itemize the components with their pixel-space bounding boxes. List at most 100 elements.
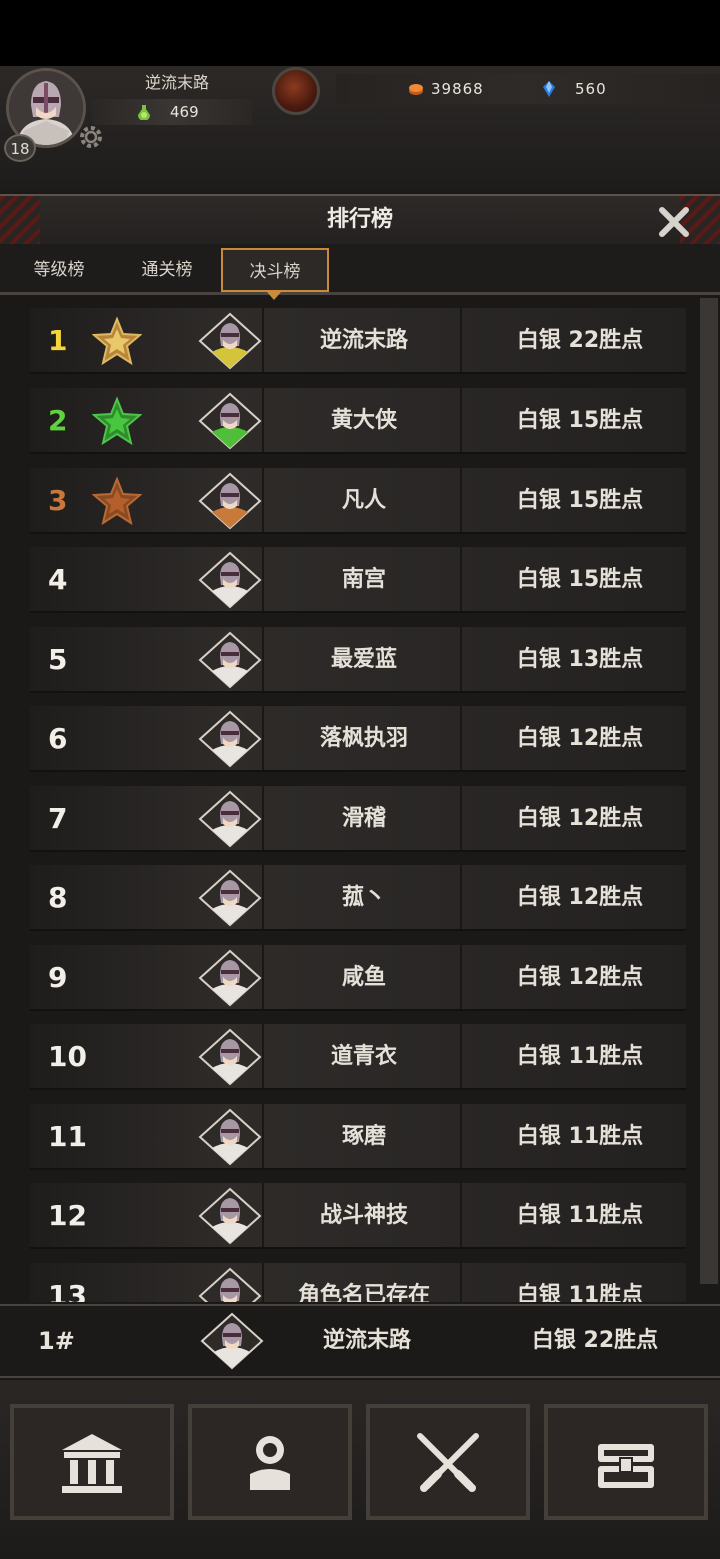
player-score: 白银 12胜点 [516, 806, 644, 831]
leaderboard-list[interactable]: 1 逆流末路 白银 22胜点 2 黄大侠 白银 15胜点 3 凡人 白银 15胜… [0, 298, 720, 1302]
player-name: 战斗神技 [319, 1203, 408, 1228]
gold-amount: 39868 [431, 80, 484, 98]
bronze-star-icon [92, 477, 142, 525]
status-bar [0, 0, 720, 66]
player-score: 白银 11胜点 [516, 1283, 644, 1302]
player-portrait-icon [198, 472, 262, 530]
gem-amount: 560 [575, 80, 607, 98]
player-portrait-icon [198, 1028, 262, 1086]
player-portrait-icon [198, 1108, 262, 1166]
nav-chest-button[interactable] [544, 1404, 708, 1520]
rank-number: 12 [48, 1199, 87, 1232]
list-item[interactable]: 11 琢磨 白银 11胜点 [30, 1104, 686, 1170]
my-portrait-icon [200, 1312, 264, 1370]
player-score: 白银 15胜点 [516, 567, 644, 592]
gold-star-icon [92, 317, 142, 365]
tab-level[interactable]: 等级榜 [18, 248, 100, 292]
tab-clear[interactable]: 通关榜 [126, 248, 208, 292]
player-name: 菰丶 [341, 885, 386, 910]
player-name: 滑稽 [341, 806, 386, 831]
list-item[interactable]: 7 滑稽 白银 12胜点 [30, 786, 686, 852]
player-name: 逆流末路 [144, 73, 209, 92]
rank-number: 5 [48, 643, 68, 676]
my-rank-row: 1# 逆流末路 白银 22胜点 [0, 1304, 720, 1378]
player-name: 道青衣 [330, 1044, 397, 1069]
list-item[interactable]: 10 道青衣 白银 11胜点 [30, 1024, 686, 1090]
gold-coin-icon [409, 84, 423, 95]
player-name: 黄大侠 [330, 408, 397, 433]
player-score: 白银 15胜点 [516, 488, 644, 513]
player-name: 角色名已存在 [297, 1283, 430, 1302]
rank-number: 6 [48, 722, 68, 755]
player-score: 白银 12胜点 [516, 726, 644, 751]
player-portrait-icon [198, 1187, 262, 1245]
rank-number: 1 [48, 324, 68, 357]
player-name: 凡人 [341, 488, 386, 513]
player-name: 落枫执羽 [319, 726, 408, 751]
player-portrait-icon [198, 1267, 262, 1302]
chest-icon [598, 1444, 654, 1488]
list-item[interactable]: 6 落枫执羽 白银 12胜点 [30, 706, 686, 772]
player-portrait-icon [198, 710, 262, 768]
green-star-icon [92, 397, 142, 445]
player-score: 白银 13胜点 [516, 647, 644, 672]
player-score: 白银 12胜点 [516, 965, 644, 990]
player-name: 逆流末路 [319, 328, 408, 353]
gear-icon[interactable] [78, 124, 104, 150]
tab-duel[interactable]: 决斗榜 [221, 248, 329, 292]
my-name: 逆流末路 [322, 1328, 411, 1353]
player-portrait-icon [198, 949, 262, 1007]
crossed-swords-icon [417, 1433, 479, 1492]
bank-icon [62, 1434, 122, 1493]
bottom-nav [0, 1380, 720, 1559]
nav-bank-button[interactable] [10, 1404, 174, 1520]
player-score: 白银 15胜点 [516, 408, 644, 433]
list-item[interactable]: 4 南宫 白银 15胜点 [30, 547, 686, 613]
my-score: 白银 22胜点 [531, 1328, 659, 1353]
rank-number: 13 [48, 1279, 87, 1302]
player-score: 白银 22胜点 [516, 328, 644, 353]
player-portrait-icon [198, 790, 262, 848]
close-icon[interactable] [656, 204, 692, 240]
leaderboard-tabs: 等级榜 通关榜 决斗榜 [0, 244, 720, 295]
player-score: 白银 11胜点 [516, 1124, 644, 1149]
panel-title: 排行榜 [326, 207, 393, 232]
stamina-value: 469 [170, 103, 199, 121]
player-portrait-icon [198, 392, 262, 450]
player-score: 白银 12胜点 [516, 885, 644, 910]
currency-bar: 39868 560 [336, 74, 720, 104]
rank-number: 4 [48, 563, 68, 596]
rank-number: 10 [48, 1040, 87, 1073]
rank-number: 3 [48, 484, 68, 517]
player-name: 咸鱼 [341, 965, 386, 990]
my-rank: 1# [38, 1327, 75, 1355]
list-item[interactable]: 12 战斗神技 白银 11胜点 [30, 1183, 686, 1249]
player-name: 琢磨 [341, 1124, 386, 1149]
list-item[interactable]: 1 逆流末路 白银 22胜点 [30, 308, 686, 374]
list-item[interactable]: 5 最爱蓝 白银 13胜点 [30, 627, 686, 693]
rank-number: 9 [48, 961, 68, 994]
player-portrait-icon [198, 551, 262, 609]
stamina-display: 469 [92, 99, 252, 125]
player-score: 白银 11胜点 [516, 1203, 644, 1228]
player-name: 最爱蓝 [330, 647, 397, 672]
player-score: 白银 11胜点 [516, 1044, 644, 1069]
list-item[interactable]: 13 角色名已存在 白银 11胜点 [30, 1263, 686, 1302]
list-item[interactable]: 3 凡人 白银 15胜点 [30, 468, 686, 534]
player-portrait-icon [198, 869, 262, 927]
list-item[interactable]: 8 菰丶 白银 12胜点 [30, 865, 686, 931]
character-icon [250, 1436, 290, 1490]
rank-number: 2 [48, 404, 68, 437]
player-level-badge: 18 [4, 134, 36, 162]
player-portrait-icon [198, 312, 262, 370]
player-name: 南宫 [341, 567, 386, 592]
list-scrollbar[interactable] [700, 298, 718, 1284]
rank-number: 11 [48, 1120, 87, 1153]
list-item[interactable]: 2 黄大侠 白银 15胜点 [30, 388, 686, 454]
gem-icon [543, 81, 555, 97]
nav-character-button[interactable] [188, 1404, 352, 1520]
list-item[interactable]: 9 咸鱼 白银 12胜点 [30, 945, 686, 1011]
player-portrait-icon [198, 631, 262, 689]
nav-battle-button[interactable] [366, 1404, 530, 1520]
energy-orb-icon[interactable] [272, 67, 320, 115]
